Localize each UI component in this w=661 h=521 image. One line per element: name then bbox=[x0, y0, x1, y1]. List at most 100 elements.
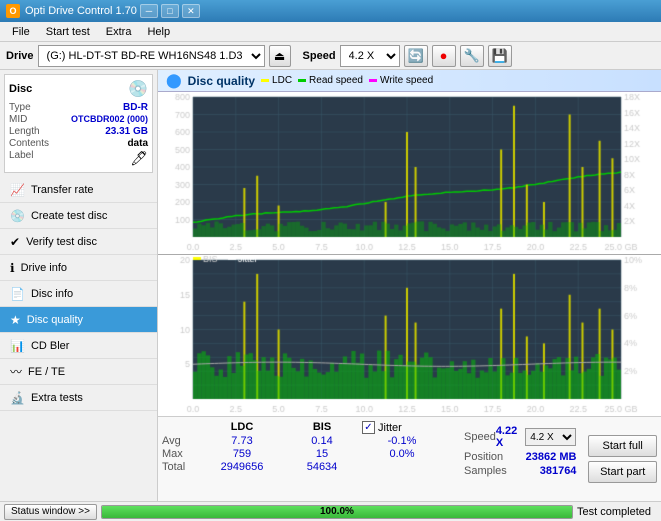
nav-verify-disc-label: Verify test disc bbox=[26, 236, 97, 248]
samples-value: 381764 bbox=[540, 465, 577, 477]
verify-disc-icon: ✔ bbox=[10, 235, 20, 249]
stats-max-jitter: 0.0% bbox=[362, 448, 442, 460]
statusbar: Status window >> 100.0% Test completed bbox=[0, 501, 661, 521]
fe-te-icon: 〰 bbox=[10, 363, 22, 380]
stats-footer: LDC BIS ✓ Jitter Avg 7.73 0.14 -0.1% Max… bbox=[158, 416, 661, 501]
progress-text: 100.0% bbox=[102, 506, 572, 518]
nav-fe-te[interactable]: 〰 FE / TE bbox=[0, 359, 157, 385]
jitter-checkbox[interactable]: ✓ bbox=[362, 421, 375, 434]
disc-label-label: Label bbox=[9, 150, 33, 167]
drive-info-icon: ℹ bbox=[10, 261, 15, 275]
test-icon-button2[interactable]: 🔧 bbox=[460, 45, 484, 67]
stats-total-row: Total 2949656 54634 bbox=[162, 461, 452, 473]
nav-verify-test-disc[interactable]: ✔ Verify test disc bbox=[0, 229, 157, 255]
progress-bar: 100.0% bbox=[101, 505, 573, 519]
menu-extra[interactable]: Extra bbox=[98, 24, 140, 40]
eject-button[interactable]: ⏏ bbox=[269, 45, 291, 67]
read-speed-color bbox=[298, 79, 306, 82]
menu-file[interactable]: File bbox=[4, 24, 38, 40]
legend-ldc: LDC bbox=[261, 75, 292, 86]
nav-create-test-disc[interactable]: 💿 Create test disc bbox=[0, 203, 157, 229]
legend-ldc-label: LDC bbox=[272, 75, 292, 86]
speed-label: Speed bbox=[303, 50, 336, 62]
disc-header: Disc 💿 bbox=[9, 79, 148, 99]
stats-avg-label: Avg bbox=[162, 435, 202, 447]
chart-top bbox=[158, 92, 661, 255]
start-full-button[interactable]: Start full bbox=[588, 435, 657, 457]
charts-area bbox=[158, 92, 661, 416]
nav-cd-bler-label: CD Bler bbox=[31, 340, 70, 352]
maximize-button[interactable]: □ bbox=[161, 4, 179, 18]
nav-transfer-rate[interactable]: 📈 Transfer rate bbox=[0, 177, 157, 203]
drivebar: Drive (G:) HL-DT-ST BD-RE WH16NS48 1.D3 … bbox=[0, 42, 661, 70]
stats-avg-jitter: -0.1% bbox=[362, 435, 442, 447]
stats-total-ldc: 2949656 bbox=[202, 461, 282, 473]
speed-info-label: Speed bbox=[464, 431, 496, 443]
disc-mid-label: MID bbox=[9, 114, 27, 125]
start-part-button[interactable]: Start part bbox=[588, 461, 657, 483]
stats-max-bis: 15 bbox=[282, 448, 362, 460]
nav-list: 📈 Transfer rate 💿 Create test disc ✔ Ver… bbox=[0, 177, 157, 411]
position-label: Position bbox=[464, 451, 503, 463]
nav-extra-tests[interactable]: 🔬 Extra tests bbox=[0, 385, 157, 411]
menu-start-test[interactable]: Start test bbox=[38, 24, 98, 40]
stats-max-label: Max bbox=[162, 448, 202, 460]
samples-row: Samples 381764 bbox=[464, 465, 576, 477]
nav-cd-bler[interactable]: 📊 CD Bler bbox=[0, 333, 157, 359]
legend-read-speed: Read speed bbox=[298, 75, 363, 86]
disc-length-label: Length bbox=[9, 126, 40, 137]
disc-contents-label: Contents bbox=[9, 138, 49, 149]
test-icon-button1[interactable]: ● bbox=[432, 45, 456, 67]
extra-tests-icon: 🔬 bbox=[10, 391, 25, 405]
speed-select[interactable]: 4.2 X bbox=[340, 45, 400, 67]
transfer-rate-icon: 📈 bbox=[10, 183, 25, 197]
jitter-checkbox-area: ✓ Jitter bbox=[362, 421, 452, 434]
disc-length-value: 23.31 GB bbox=[105, 126, 148, 137]
main-area: Disc 💿 Type BD-R MID OTCBDR002 (000) Len… bbox=[0, 70, 661, 501]
menubar: File Start test Extra Help bbox=[0, 22, 661, 42]
stats-header: LDC BIS ✓ Jitter bbox=[162, 421, 452, 434]
save-button[interactable]: 💾 bbox=[488, 45, 512, 67]
position-value: 23862 MB bbox=[526, 451, 577, 463]
drive-label: Drive bbox=[6, 50, 34, 62]
refresh-button[interactable]: 🔄 bbox=[404, 45, 428, 67]
disc-label-icon[interactable]: 🖊 bbox=[130, 150, 148, 167]
speed-info-panel: Speed 4.22 X 4.2 X Position 23862 MB Sam… bbox=[456, 421, 584, 497]
disc-icon: 💿 bbox=[128, 79, 148, 99]
nav-extra-tests-label: Extra tests bbox=[31, 392, 83, 404]
speed-row: Speed 4.22 X 4.2 X bbox=[464, 425, 576, 449]
stats-blank bbox=[162, 421, 202, 434]
speed-info-select[interactable]: 4.2 X bbox=[525, 428, 576, 446]
menu-help[interactable]: Help bbox=[139, 24, 178, 40]
close-button[interactable]: ✕ bbox=[182, 4, 200, 18]
content-header-icon: ⬤ bbox=[166, 72, 182, 89]
chart-top-canvas bbox=[158, 92, 661, 255]
sidebar: Disc 💿 Type BD-R MID OTCBDR002 (000) Len… bbox=[0, 70, 158, 501]
nav-drive-info-label: Drive info bbox=[21, 262, 67, 274]
chart-bottom bbox=[158, 255, 661, 417]
disc-type-label: Type bbox=[9, 102, 31, 113]
disc-mid-value: OTCBDR002 (000) bbox=[71, 114, 148, 125]
nav-drive-info[interactable]: ℹ Drive info bbox=[0, 255, 157, 281]
jitter-label: Jitter bbox=[378, 422, 402, 434]
disc-info-icon: 📄 bbox=[10, 287, 25, 301]
minimize-button[interactable]: ─ bbox=[140, 4, 158, 18]
disc-type-value: BD-R bbox=[123, 102, 148, 113]
nav-disc-info[interactable]: 📄 Disc info bbox=[0, 281, 157, 307]
stats-table: LDC BIS ✓ Jitter Avg 7.73 0.14 -0.1% Max… bbox=[162, 421, 452, 497]
titlebar: O Opti Drive Control 1.70 ─ □ ✕ bbox=[0, 0, 661, 22]
nav-disc-quality[interactable]: ★ Disc quality bbox=[0, 307, 157, 333]
status-text: Test completed bbox=[577, 506, 657, 518]
content-title: Disc quality bbox=[188, 74, 255, 88]
stats-avg-ldc: 7.73 bbox=[202, 435, 282, 447]
create-disc-icon: 💿 bbox=[10, 209, 25, 223]
cd-bler-icon: 📊 bbox=[10, 339, 25, 353]
disc-panel: Disc 💿 Type BD-R MID OTCBDR002 (000) Len… bbox=[4, 74, 153, 173]
stats-avg-bis: 0.14 bbox=[282, 435, 362, 447]
chart-bottom-canvas bbox=[158, 255, 661, 417]
status-window-button[interactable]: Status window >> bbox=[4, 504, 97, 520]
legend-write-speed-label: Write speed bbox=[380, 75, 433, 86]
disc-title: Disc bbox=[9, 83, 32, 95]
drive-select[interactable]: (G:) HL-DT-ST BD-RE WH16NS48 1.D3 bbox=[38, 45, 265, 67]
nav-disc-quality-label: Disc quality bbox=[27, 314, 83, 326]
